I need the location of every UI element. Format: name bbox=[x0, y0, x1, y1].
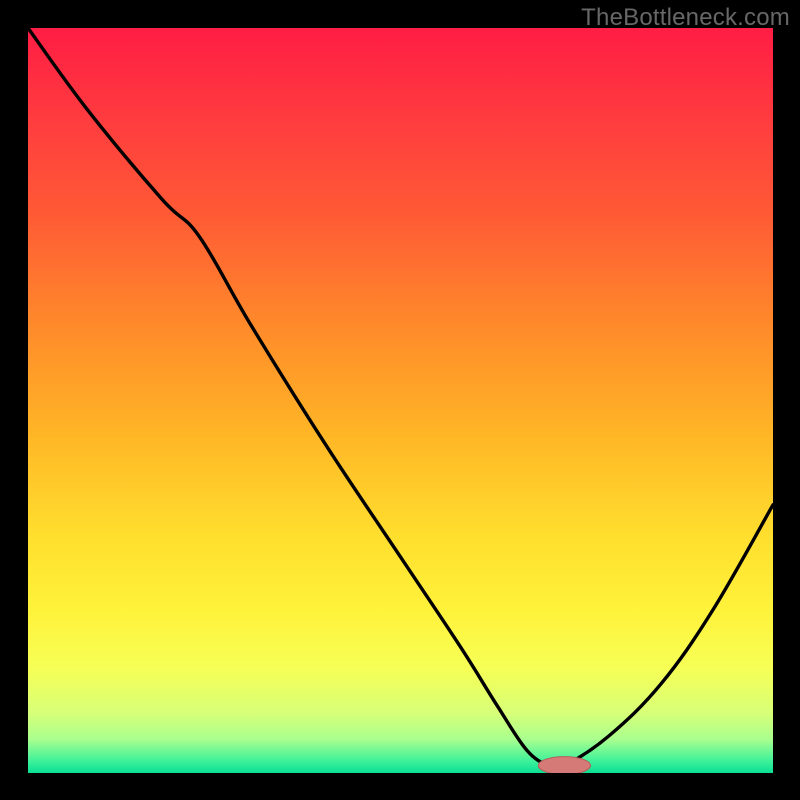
bottleneck-chart bbox=[0, 0, 800, 800]
plot-area-gradient bbox=[28, 28, 773, 773]
optimal-point-marker bbox=[538, 757, 590, 775]
chart-frame: TheBottleneck.com bbox=[0, 0, 800, 800]
watermark-label: TheBottleneck.com bbox=[581, 4, 790, 32]
